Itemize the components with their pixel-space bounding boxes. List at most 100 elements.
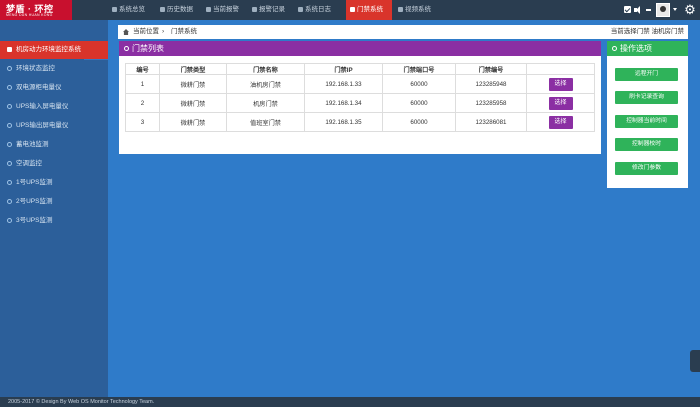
share-icon [7,160,12,166]
share-icon [7,103,12,109]
share-icon [7,141,12,147]
cell-type: 微耕门禁 [159,74,227,94]
select-button[interactable]: 选择 [548,77,573,91]
volume-icon[interactable] [634,6,643,14]
table-row: 2 微耕门禁 机房门禁 192.168.1.34 60000 123285958… [125,93,595,113]
nav-label: 门禁系统 [357,6,383,13]
nav-item-alarm-records[interactable]: 报警记录 [252,0,296,20]
brand-logo[interactable]: 梦盾 · 环控 MENG DUN HUAN KONG [0,0,72,20]
cell-serial: 123286081 [455,112,527,132]
column-header [526,63,595,75]
nav-item-system-log[interactable]: 系统日志 [298,0,342,20]
nav-label: 报警记录 [259,6,285,13]
breadcrumb: 当前位置 › 门禁系统 当前选择门禁 油机房门禁 [118,25,688,39]
cell-name: 油机房门禁 [226,74,305,94]
home-icon [112,6,117,12]
sidebar-item-ups3[interactable]: 3号UPS监测 [0,212,108,230]
select-button[interactable]: 选择 [548,115,573,129]
sidebar-item-battery[interactable]: 蓄电池监测 [0,136,108,154]
select-button[interactable]: 选择 [548,96,573,110]
nav-item-current-alarm[interactable]: 当前报警 [206,0,249,20]
nav-item-history[interactable]: 历史数据 [160,0,203,20]
panel-title: 门禁列表 [132,44,164,53]
alarm-icon [206,6,211,12]
nav-item-video[interactable]: 视频系统 [398,0,442,20]
nav-item-overview[interactable]: 系统总览 [112,0,159,20]
avatar[interactable] [656,3,670,17]
sidebar-item-environment[interactable]: 环境状态监控 [0,60,108,78]
remote-open-button[interactable]: 远程开门 [615,68,678,81]
cogs-icon [612,46,617,51]
breadcrumb-separator: › [162,28,165,35]
sidebar-item-system[interactable]: 机房动力环境监控系统 [0,41,108,59]
share-icon [7,122,12,128]
sidebar-item-ups-input[interactable]: UPS输入屏电量仪 [0,98,108,116]
cell-id: 3 [125,112,160,132]
gear-icon[interactable]: ⚙ [683,3,697,17]
sidebar-item-label: UPS输入屏电量仪 [16,103,69,110]
operations-panel: 操作选项 远程开门 刷卡记录查询 控制器当前时间 控制器校时 修改门参数 [607,41,688,188]
log-icon [298,6,303,12]
nav-label: 当前报警 [213,6,239,13]
checkbox-icon[interactable] [624,6,631,13]
column-header: 编号 [125,63,160,75]
sidebar-item-aircon[interactable]: 空调监控 [0,155,108,173]
operations-title: 操作选项 [620,44,652,53]
sidebar-item-label: UPS输出屏电量仪 [16,122,69,129]
cell-port: 60000 [382,112,456,132]
sidebar-item-ups-output[interactable]: UPS输出屏电量仪 [0,117,108,135]
share-icon [7,217,12,223]
column-header: 门禁编号 [455,63,527,75]
breadcrumb-page: 门禁系统 [171,28,197,35]
nav-item-access-control[interactable]: 门禁系统 [346,0,392,20]
cell-serial: 123285958 [455,93,527,113]
sidebar-item-label: 环境状态监控 [16,65,55,72]
controller-time-button[interactable]: 控制器当前时间 [615,115,678,128]
sidebar: 机房动力环境监控系统 环境状态监控 双电源柜电量仪 UPS输入屏电量仪 UPS输… [0,20,108,397]
sidebar-item-dual-power[interactable]: 双电源柜电量仪 [0,79,108,97]
minus-icon[interactable] [646,9,651,11]
panel-header: 门禁列表 [119,41,601,56]
nav-label: 视频系统 [405,6,431,13]
sync-time-button[interactable]: 控制器校时 [615,138,678,151]
cell-id: 1 [125,74,160,94]
top-bar: 梦盾 · 环控 MENG DUN HUAN KONG 系统总览 历史数据 当前报… [0,0,700,20]
copyright-text: 2005-2017 © Design By Web OS Monitor Tec… [8,399,155,405]
cell-action: 选择 [526,93,595,113]
table-row: 1 微耕门禁 油机房门禁 192.168.1.33 60000 12328594… [125,74,595,94]
cell-name: 值班室门禁 [226,112,305,132]
sidebar-item-ups1[interactable]: 1号UPS监测 [0,174,108,192]
sidebar-item-label: 3号UPS监测 [16,217,53,224]
cell-action: 选择 [526,112,595,132]
sidebar-item-ups2[interactable]: 2号UPS监测 [0,193,108,211]
nav-label: 系统总览 [119,6,145,13]
door-icon [350,6,355,12]
cell-type: 微耕门禁 [159,93,227,113]
share-icon [7,84,12,90]
clock-icon [160,6,165,12]
column-header: 门禁IP [304,63,383,75]
cogs-icon [124,46,129,51]
edit-door-params-button[interactable]: 修改门参数 [615,162,678,175]
operations-header: 操作选项 [607,41,688,56]
access-list-panel: 门禁列表 编号 门禁类型 门禁名称 门禁IP 门禁端口号 门禁编号 1 微耕门禁… [119,41,601,154]
breadcrumb-home[interactable]: 当前位置 [133,25,159,39]
cell-serial: 123285948 [455,74,527,94]
camera-icon [398,6,403,12]
share-icon [7,65,12,71]
sidebar-item-label: 双电源柜电量仪 [16,84,62,91]
side-tab-handle[interactable] [690,350,700,372]
cell-action: 选择 [526,74,595,94]
cell-port: 60000 [382,74,456,94]
nav-label: 历史数据 [167,6,193,13]
cell-ip: 192.168.1.35 [304,112,383,132]
table-header-row: 编号 门禁类型 门禁名称 门禁IP 门禁端口号 门禁编号 [125,63,595,75]
card-records-button[interactable]: 刷卡记录查询 [615,91,678,104]
access-table: 编号 门禁类型 门禁名称 门禁IP 门禁端口号 门禁编号 1 微耕门禁 油机房门… [125,63,595,132]
nav-label: 系统日志 [305,6,331,13]
cell-type: 微耕门禁 [159,112,227,132]
column-header: 门禁类型 [159,63,227,75]
chevron-down-icon[interactable] [673,8,677,11]
cell-name: 机房门禁 [226,93,305,113]
sidebar-item-label: 蓄电池监测 [16,141,49,148]
